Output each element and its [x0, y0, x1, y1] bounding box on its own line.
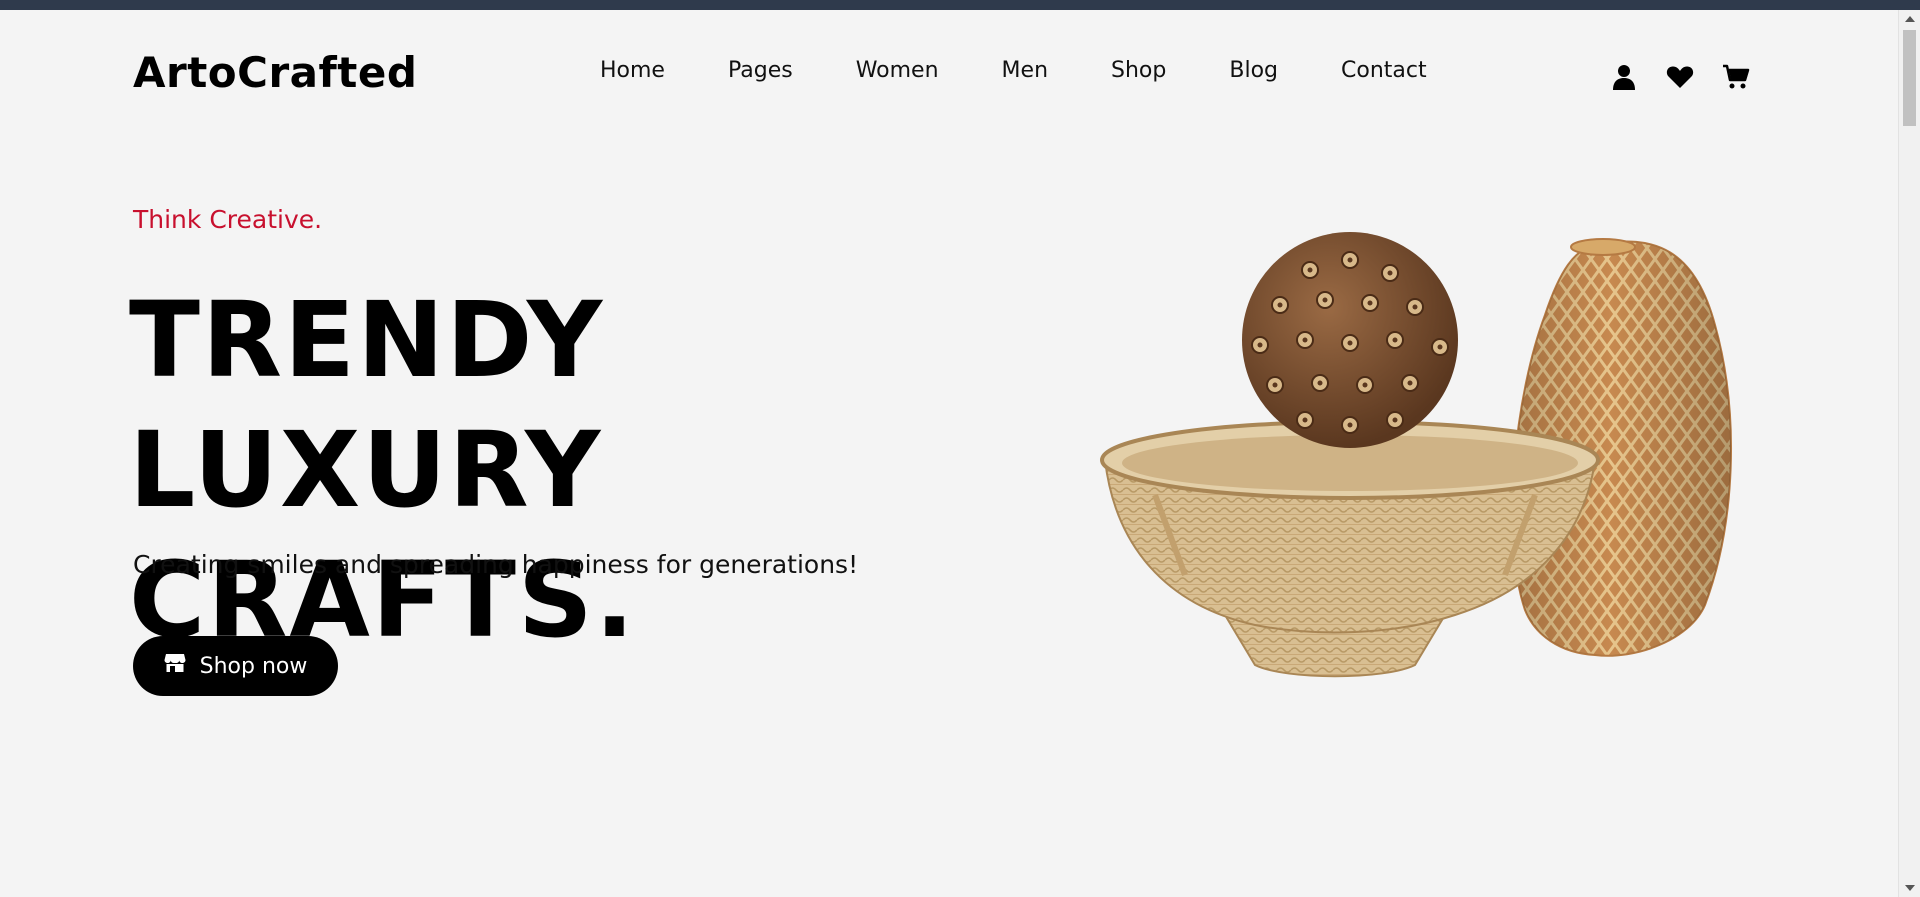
store-icon — [164, 653, 186, 679]
hero-subtitle: Creating smiles and spreading happiness … — [133, 550, 859, 579]
heart-icon[interactable] — [1666, 63, 1694, 91]
hero-tagline: Think Creative. — [133, 205, 323, 234]
page: ArtoCrafted Home Pages Women Men Shop Bl… — [0, 10, 1898, 888]
nav-men[interactable]: Men — [1002, 58, 1048, 83]
page-scrollbar[interactable] — [1898, 10, 1920, 897]
cart-icon[interactable] — [1722, 63, 1750, 91]
header-icons — [1610, 63, 1750, 91]
hero-headline: TRENDY LUXURY CRAFTS. — [129, 275, 1029, 665]
main-nav: Home Pages Women Men Shop Blog Contact — [600, 58, 1490, 83]
nav-pages[interactable]: Pages — [728, 58, 793, 83]
site-logo[interactable]: ArtoCrafted — [133, 48, 417, 97]
nav-home[interactable]: Home — [600, 58, 665, 83]
hero-headline-line1: TRENDY LUXURY — [129, 279, 605, 531]
scroll-thumb[interactable] — [1903, 30, 1916, 126]
browser-top-bar — [0, 0, 1920, 10]
hero-product-image — [1100, 232, 1732, 678]
nav-women[interactable]: Women — [856, 58, 939, 83]
shop-now-label: Shop now — [199, 653, 308, 679]
nav-contact[interactable]: Contact — [1341, 58, 1427, 83]
scroll-up-icon[interactable] — [1905, 16, 1915, 22]
nav-shop[interactable]: Shop — [1111, 58, 1166, 83]
user-icon[interactable] — [1610, 63, 1638, 91]
shop-now-button[interactable]: Shop now — [133, 636, 338, 696]
nav-blog[interactable]: Blog — [1229, 58, 1278, 83]
scroll-down-icon[interactable] — [1905, 885, 1915, 891]
